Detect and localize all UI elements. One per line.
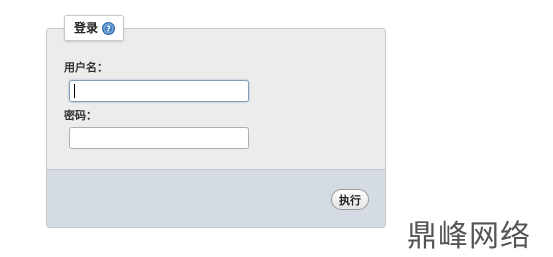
- username-label: 用户名：: [64, 61, 108, 74]
- svg-text:?: ?: [106, 24, 111, 33]
- password-label: 密码：: [64, 109, 97, 122]
- login-page: 登录 ? 用户名： 密码： 执行 鼎峰网络: [0, 0, 553, 257]
- text-caret: [74, 84, 75, 98]
- username-input[interactable]: [69, 80, 249, 102]
- execute-button[interactable]: 执行: [331, 189, 369, 210]
- password-input[interactable]: [69, 127, 249, 149]
- watermark-text: 鼎峰网络: [407, 219, 531, 254]
- tab-title: 登录: [74, 21, 99, 35]
- help-icon[interactable]: ?: [102, 21, 116, 35]
- login-tab: 登录 ?: [64, 15, 124, 41]
